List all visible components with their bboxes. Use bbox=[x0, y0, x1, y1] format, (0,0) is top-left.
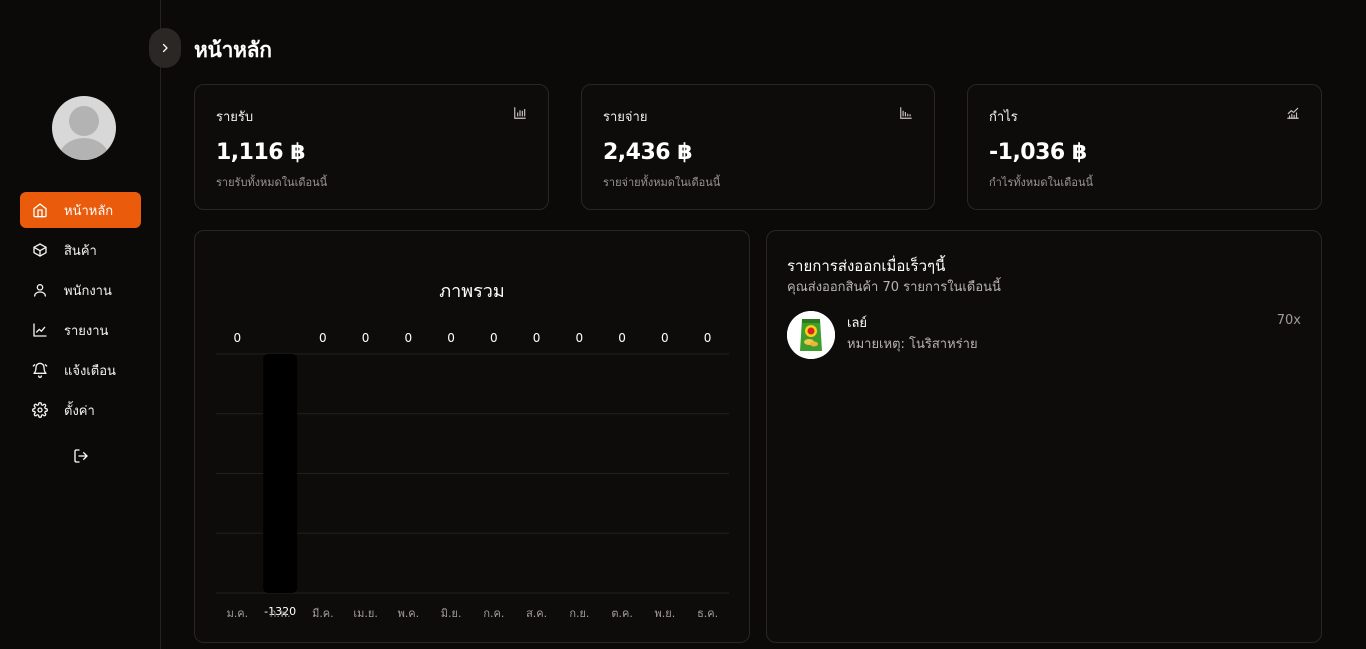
x-tick-label: พ.ย. bbox=[655, 607, 676, 620]
sidebar-item-employees[interactable]: พนักงาน bbox=[20, 272, 141, 308]
x-tick-label: ม.ค. bbox=[227, 607, 249, 620]
data-label: 0 bbox=[533, 331, 541, 345]
sidebar-nav: หน้าหลัก สินค้า พนักงาน รายงาน แจ้งเตือน… bbox=[20, 192, 141, 432]
sidebar-item-settings[interactable]: ตั้งค่า bbox=[20, 392, 141, 428]
data-label: 0 bbox=[319, 331, 327, 345]
expense-label: รายจ่าย bbox=[603, 110, 648, 125]
sidebar-item-label: แจ้งเตือน bbox=[64, 363, 116, 379]
product-thumbnail bbox=[787, 311, 835, 359]
avatar-body bbox=[59, 138, 109, 160]
expense-caption: รายจ่ายทั้งหมดในเดือนนี้ bbox=[603, 176, 721, 189]
item-name: เลย์ bbox=[847, 316, 868, 331]
bar-chart-icon bbox=[514, 107, 526, 119]
x-tick-label: พ.ค. bbox=[398, 607, 420, 620]
data-label: 0 bbox=[704, 331, 712, 345]
data-label: 0 bbox=[576, 331, 584, 345]
box-icon bbox=[33, 243, 47, 257]
bar-chart-icon bbox=[900, 107, 912, 119]
sidebar-item-label: พนักงาน bbox=[64, 283, 112, 299]
sidebar: หน้าหลัก สินค้า พนักงาน รายงาน แจ้งเตือน… bbox=[0, 0, 161, 649]
sidebar-toggle-button[interactable] bbox=[149, 28, 181, 68]
data-label: 0 bbox=[447, 331, 455, 345]
data-label: 0 bbox=[362, 331, 370, 345]
income-caption: รายรับทั้งหมดในเดือนนี้ bbox=[216, 176, 328, 189]
x-tick-label: ก.ย. bbox=[569, 607, 589, 620]
recent-exports-card: รายการส่งออกเมื่อเร็วๆนี้ คุณส่งออกสินค้… bbox=[766, 230, 1322, 643]
overview-bar-chart: 0ม.ค. -1320ก.พ.0มี.ค.0เม.ย.0พ.ค.0มิ.ย.0ก.… bbox=[216, 331, 729, 620]
recent-subtitle: คุณส่งออกสินค้า 70 รายการในเดือนนี้ bbox=[787, 280, 1001, 295]
overview-chart-card: ภาพรวม 0 ม.ค. -1320 ก.พ. 0 มี.ค. 0 เม.ย. 0 พ.ค. 0 ม… bbox=[194, 230, 750, 643]
profit-caption: กำไรทั้งหมดในเดือนนี้ bbox=[989, 176, 1093, 189]
page-title: หน้าหลัก bbox=[194, 38, 272, 62]
expense-value: 2,436 ฿ bbox=[603, 140, 693, 165]
income-card: รายรับ 1,116 ฿ รายรับทั้งหมดในเดือนนี้ bbox=[194, 84, 549, 210]
x-tick-label: มิ.ย. bbox=[441, 607, 462, 620]
x-tick-label: ธ.ค. bbox=[697, 607, 718, 620]
trend-chart-icon bbox=[1287, 107, 1299, 119]
sidebar-item-home[interactable]: หน้าหลัก bbox=[20, 192, 141, 228]
chart-bar bbox=[263, 354, 298, 593]
x-tick-label: ก.ค. bbox=[483, 607, 504, 620]
sidebar-item-notifications[interactable]: แจ้งเตือน bbox=[20, 352, 141, 388]
gear-icon bbox=[32, 402, 48, 418]
sidebar-item-reports[interactable]: รายงาน bbox=[20, 312, 141, 348]
income-label: รายรับ bbox=[216, 110, 254, 125]
avatar[interactable] bbox=[52, 96, 116, 160]
sidebar-item-products[interactable]: สินค้า bbox=[20, 232, 141, 268]
avatar-head bbox=[69, 106, 99, 136]
sidebar-item-label: สินค้า bbox=[64, 243, 97, 259]
home-icon bbox=[33, 203, 47, 218]
x-tick-label: ส.ค. bbox=[526, 607, 547, 620]
profit-label: กำไร bbox=[989, 110, 1018, 125]
list-item[interactable]: เลย์ หมายเหตุ: โนริสาหร่าย 70x bbox=[787, 311, 1301, 361]
income-value: 1,116 ฿ bbox=[216, 140, 306, 165]
data-label: 0 bbox=[490, 331, 498, 345]
sidebar-item-label: รายงาน bbox=[64, 323, 109, 339]
x-tick-label: เม.ย. bbox=[353, 607, 377, 620]
sidebar-item-label: หน้าหลัก bbox=[64, 203, 114, 219]
item-quantity: 70x bbox=[1276, 313, 1301, 328]
data-label: 0 bbox=[618, 331, 626, 345]
sidebar-item-label: ตั้งค่า bbox=[64, 403, 95, 419]
recent-title: รายการส่งออกเมื่อเร็วๆนี้ bbox=[787, 257, 946, 275]
lays-chips-image bbox=[787, 311, 835, 359]
expense-card: รายจ่าย 2,436 ฿ รายจ่ายทั้งหมดในเดือนนี้ bbox=[581, 84, 935, 210]
profit-card: กำไร -1,036 ฿ กำไรทั้งหมดในเดือนนี้ bbox=[967, 84, 1322, 210]
profit-value: -1,036 ฿ bbox=[989, 140, 1087, 165]
data-label: 0 bbox=[405, 331, 413, 345]
bell-icon bbox=[32, 362, 48, 378]
user-icon bbox=[34, 284, 46, 297]
chevron-right-icon bbox=[162, 43, 168, 53]
x-tick-label: ต.ค. bbox=[611, 607, 633, 620]
item-note: หมายเหตุ: โนริสาหร่าย bbox=[847, 337, 978, 352]
data-label: 0 bbox=[234, 331, 242, 345]
chart-line-icon bbox=[33, 323, 47, 337]
x-tick-label: มี.ค. bbox=[312, 607, 334, 620]
x-tick-label: ก.พ. bbox=[270, 607, 291, 620]
data-label: 0 bbox=[661, 331, 669, 345]
logout-icon[interactable] bbox=[73, 448, 89, 464]
